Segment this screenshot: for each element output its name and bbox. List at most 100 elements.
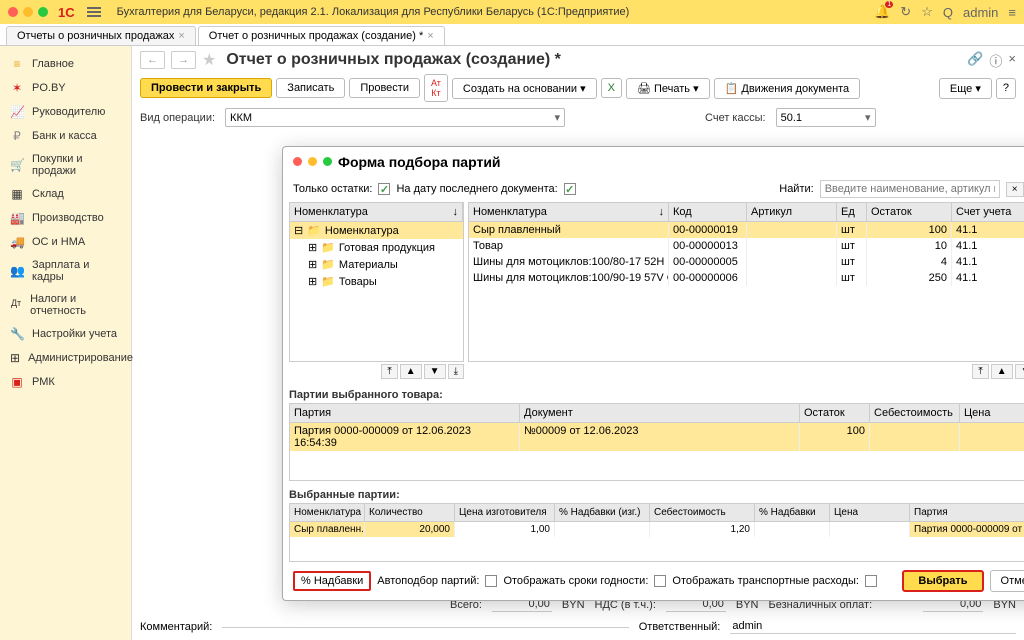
excel-icon[interactable]: X	[601, 78, 622, 98]
item-row[interactable]: Сыр плавленный00-00000019шт10041.1	[469, 222, 1024, 238]
col-doc[interactable]: Документ	[520, 404, 800, 422]
tab-report-create[interactable]: Отчет о розничных продажах (создание) *×	[198, 26, 445, 45]
content-area: ← → ★ Отчет о розничных продажах (создан…	[132, 46, 1024, 640]
col-markup[interactable]: % Надбавки	[755, 504, 830, 521]
tree-node[interactable]: ⊞📁Материалы	[290, 256, 463, 273]
col-markup-mfr[interactable]: % Надбавки (изг.)	[555, 504, 650, 521]
item-row[interactable]: Шины для мотоциклов:100/80-17 52H ROADRI…	[469, 254, 1024, 270]
clear-search-icon[interactable]: ×	[1006, 182, 1024, 197]
show-expiry-checkbox[interactable]	[654, 575, 666, 587]
search-icon[interactable]: Q	[943, 5, 953, 20]
batch-row[interactable]: Партия 0000-000009 от 12.06.2023 16:54:3…	[290, 423, 1024, 451]
close-doc-icon[interactable]: ×	[1008, 51, 1016, 70]
settings-lines-icon[interactable]: ≡	[1008, 5, 1016, 20]
tree-node[interactable]: ⊞📁Товары	[290, 273, 463, 290]
col-article[interactable]: Артикул	[747, 203, 837, 221]
write-button[interactable]: Записать	[276, 78, 345, 98]
col-price[interactable]: Цена	[830, 504, 910, 521]
history-icon[interactable]: ↻	[900, 4, 911, 20]
col-name[interactable]: Номенклатура	[290, 504, 365, 521]
item-row[interactable]: Товар00-00000013шт1041.1	[469, 238, 1024, 254]
up-icon[interactable]: ▲	[991, 364, 1013, 379]
nav-forward[interactable]: →	[171, 51, 196, 69]
operation-type-input[interactable]: ККМ▾	[225, 108, 565, 127]
col-name[interactable]: Номенклатура ↓	[469, 203, 669, 221]
minimize-window[interactable]	[23, 7, 33, 17]
cancel-button[interactable]: Отмена	[990, 570, 1024, 592]
selected-row[interactable]: Сыр плавленн... 20,000 1,00 1,20 Партия …	[290, 522, 1024, 537]
favorite-icon[interactable]: ★	[202, 50, 216, 70]
maximize-window[interactable]	[38, 7, 48, 17]
sidebar-item-manager[interactable]: 📈Руководителю	[0, 100, 131, 124]
item-row[interactable]: Шины для мотоциклов:100/90-19 57V COBRA …	[469, 270, 1024, 286]
last-doc-date-checkbox[interactable]: ✓	[564, 183, 576, 195]
col-cost[interactable]: Себестоимость	[870, 404, 960, 422]
col-mfr-price[interactable]: Цена изготовителя	[455, 504, 555, 521]
sidebar-item-bank[interactable]: ₽Банк и касса	[0, 124, 131, 148]
cash-account-input[interactable]: 50.1▾	[776, 108, 876, 127]
col-batch[interactable]: Партия	[290, 404, 520, 422]
print-button[interactable]: 🖨 Печать ▾	[626, 78, 710, 99]
select-button[interactable]: Выбрать	[902, 570, 983, 592]
modal-close[interactable]	[293, 157, 302, 166]
col-qty[interactable]: Количество	[365, 504, 455, 521]
sidebar-item-production[interactable]: 🏭Производство	[0, 206, 131, 230]
only-balance-checkbox[interactable]: ✓	[378, 183, 390, 195]
modal-minimize[interactable]	[308, 157, 317, 166]
menu-icon[interactable]	[87, 7, 101, 17]
down-icon[interactable]: ▼	[424, 364, 446, 379]
col-price[interactable]: Цена	[960, 404, 1024, 422]
sidebar-item-sales[interactable]: 🛒Покупки и продажи	[0, 148, 131, 182]
create-based-button[interactable]: Создать на основании ▾	[452, 78, 597, 99]
sidebar-item-poby[interactable]: ✶PO.BY	[0, 76, 131, 100]
link-icon[interactable]: 🔗	[967, 51, 983, 70]
col-balance[interactable]: Остаток	[800, 404, 870, 422]
auto-select-checkbox[interactable]	[485, 575, 497, 587]
close-icon[interactable]: ×	[427, 30, 433, 42]
markup-button[interactable]: % Надбавки	[293, 571, 371, 591]
col-balance[interactable]: Остаток	[867, 203, 952, 221]
col-unit[interactable]: Ед	[837, 203, 867, 221]
dt-kt-icon[interactable]: АтКт	[424, 74, 448, 102]
favorites-icon[interactable]: ☆	[921, 4, 933, 20]
down-icon[interactable]: ▼	[1015, 364, 1024, 379]
goto-start-icon[interactable]: ⤒	[972, 364, 988, 379]
sidebar-item-assets[interactable]: 🚚ОС и НМА	[0, 230, 131, 254]
tree-node[interactable]: ⊟📁Номенклатура	[290, 222, 463, 239]
nav-back[interactable]: ←	[140, 51, 165, 69]
post-button[interactable]: Провести	[349, 78, 420, 98]
post-close-button[interactable]: Провести и закрыть	[140, 78, 272, 98]
more-button[interactable]: Еще ▾	[939, 78, 992, 99]
search-input[interactable]	[820, 180, 1000, 198]
user-label[interactable]: admin	[963, 5, 998, 20]
col-cost[interactable]: Себестоимость	[650, 504, 755, 521]
goto-start-icon[interactable]: ⤒	[381, 364, 397, 379]
close-icon[interactable]: ×	[178, 30, 184, 42]
sidebar-item-rmk[interactable]: ▣РМК	[0, 370, 131, 394]
close-window[interactable]	[8, 7, 18, 17]
tab-reports[interactable]: Отчеты о розничных продажах×	[6, 26, 196, 45]
col-code[interactable]: Код	[669, 203, 747, 221]
sidebar-item-settings[interactable]: 🔧Настройки учета	[0, 322, 131, 346]
sidebar-item-tax[interactable]: ДтНалоги и отчетность	[0, 288, 131, 322]
movements-button[interactable]: 📋 Движения документа	[714, 78, 861, 99]
info-icon[interactable]: ⓘ	[989, 51, 1002, 70]
tree-node[interactable]: ⊞📁Готовая продукция	[290, 239, 463, 256]
col-account[interactable]: Счет учета	[952, 203, 1024, 221]
modal-maximize[interactable]	[323, 157, 332, 166]
notifications-icon[interactable]: 🔔1	[874, 4, 890, 20]
help-button[interactable]: ?	[996, 78, 1016, 99]
show-transport-checkbox[interactable]	[865, 575, 877, 587]
sidebar-item-stock[interactable]: ▦Склад	[0, 182, 131, 206]
tree-header[interactable]: Номенклатура ↓	[290, 203, 463, 221]
responsible-input[interactable]: admin	[730, 619, 1016, 634]
sidebar-item-admin[interactable]: ⊞Администрирование	[0, 346, 131, 370]
up-icon[interactable]: ▲	[400, 364, 422, 379]
col-batch[interactable]: Партия	[910, 504, 1024, 521]
sidebar-item-main[interactable]: ≡Главное	[0, 52, 131, 76]
sidebar-item-hr[interactable]: 👥Зарплата и кадры	[0, 254, 131, 288]
titlebar: 1C Бухгалтерия для Беларуси, редакция 2.…	[0, 0, 1024, 24]
comment-input[interactable]	[222, 625, 628, 628]
tree-body: ⊟📁Номенклатура ⊞📁Готовая продукция ⊞📁Мат…	[289, 222, 464, 362]
goto-end-icon[interactable]: ⤓	[448, 364, 464, 379]
